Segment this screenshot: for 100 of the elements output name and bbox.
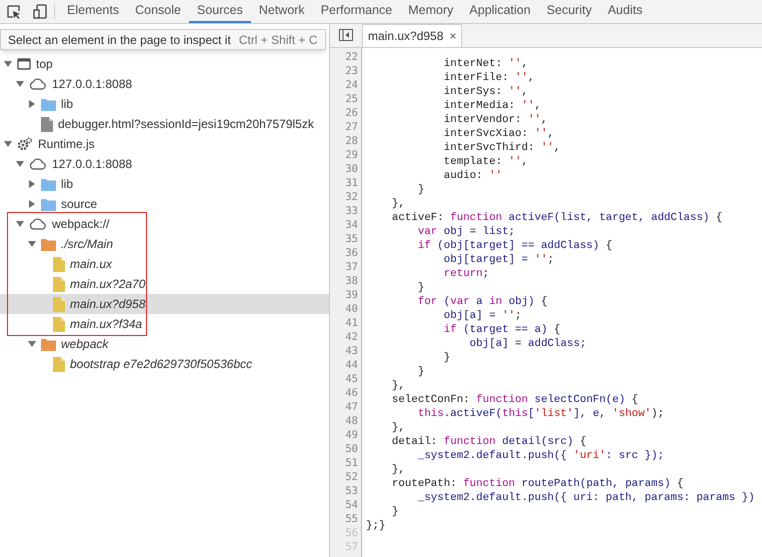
tree-item[interactable]: 127.0.0.1:8088	[0, 74, 329, 94]
cloud-icon	[29, 158, 47, 170]
cloud-icon	[29, 78, 47, 90]
tree-item[interactable]: main.ux?2a70	[0, 274, 329, 294]
line-number: 48	[344, 414, 359, 428]
tooltip-text: Select an element in the page to inspect it	[8, 32, 231, 48]
tree-item[interactable]: bootstrap e7e2d629730f50536bcc	[0, 354, 329, 374]
code-line: interSvcThird: '',	[442, 141, 560, 155]
panel-tab[interactable]: Network	[250, 0, 313, 23]
tree-item-label: 127.0.0.1:8088	[52, 76, 132, 93]
file-icon	[41, 116, 53, 132]
tree-item-label: webpack://	[52, 216, 110, 233]
line-number: 47	[344, 400, 359, 414]
tree-item[interactable]: Runtime.js	[0, 134, 329, 154]
tree-item[interactable]: top	[0, 54, 329, 74]
code-line: obj[target] = '';	[442, 253, 554, 267]
tree-item-label: lib	[61, 176, 74, 193]
file-icon	[53, 276, 65, 292]
tree-item[interactable]: webpack	[0, 334, 329, 354]
line-number: 35	[344, 232, 359, 246]
code-line: audio: ''	[442, 169, 502, 183]
code-line: routePath: function routePath(path, params) {	[390, 477, 684, 491]
code-line: detail: function detail(src) {	[390, 435, 586, 449]
code-line: interSvcXiao: '',	[442, 127, 554, 141]
tree-item-label: webpack	[61, 336, 108, 353]
line-number: 30	[344, 162, 359, 176]
code-line: selectConFn: function selectConFn(e) {	[390, 393, 638, 407]
expanded-arrow-icon[interactable]	[4, 140, 12, 148]
code-line: this.activeF(this['list'], e, 'show');	[416, 407, 664, 421]
panel-tab[interactable]: Sources	[188, 0, 251, 23]
tree-item-label: main.ux?2a70	[70, 276, 146, 293]
line-number: 32	[344, 190, 359, 204]
line-number: 23	[344, 64, 359, 78]
code-line: if (target == a) {	[442, 323, 560, 337]
line-number: 26	[344, 106, 359, 120]
tree-item[interactable]: main.ux	[0, 254, 329, 274]
tree-item[interactable]: 127.0.0.1:8088	[0, 154, 329, 174]
line-number: 40	[344, 302, 359, 316]
panel-tab[interactable]: Performance	[312, 0, 400, 23]
expanded-arrow-icon[interactable]	[28, 240, 36, 248]
code-line: interFile: '',	[442, 71, 534, 85]
code-line: }	[442, 351, 450, 365]
expanded-arrow-icon[interactable]	[16, 160, 24, 168]
tree-item[interactable]: webpack://	[0, 214, 329, 234]
inspect-icon[interactable]	[7, 4, 21, 18]
code-line: template: '',	[442, 155, 528, 169]
code-line: _system2.default.push({ uri: path, params: params })	[416, 491, 755, 505]
line-number: 31	[344, 176, 359, 190]
folder-icon	[41, 338, 56, 350]
tree-item-label: lib	[61, 96, 74, 113]
line-number: 45	[344, 372, 359, 386]
tree-item[interactable]: ./src/Main	[0, 234, 329, 254]
file-tab[interactable]: main.ux?d958 ×	[362, 24, 462, 47]
tree-item[interactable]: source	[0, 194, 329, 214]
code-line: },	[390, 463, 405, 477]
tree-item-label: 127.0.0.1:8088	[52, 156, 132, 173]
code-line: for (var a in obj) {	[416, 295, 548, 309]
file-icon	[53, 256, 65, 272]
file-tab-label: main.ux?d958	[368, 28, 444, 45]
tree-item-label: debugger.html?sessionId=jesi19cm20h7579l5zk	[58, 116, 314, 133]
panel-tab[interactable]: Audits	[600, 0, 650, 23]
panel-tab[interactable]: Console	[127, 0, 189, 23]
collapsed-arrow-icon[interactable]	[28, 180, 36, 188]
file-icon	[53, 356, 65, 372]
line-number: 39	[344, 288, 359, 302]
panel-tab[interactable]: Application	[461, 0, 539, 23]
code-line: },	[390, 379, 405, 393]
sidebar-toggle-icon[interactable]	[339, 29, 353, 41]
collapsed-arrow-icon[interactable]	[28, 200, 36, 208]
tree-item[interactable]: main.ux?f34a	[0, 314, 329, 334]
expanded-arrow-icon[interactable]	[16, 220, 24, 228]
expanded-arrow-icon[interactable]	[16, 80, 24, 88]
panel-tab[interactable]: Security	[538, 0, 600, 23]
close-button[interactable]: ×	[449, 27, 456, 45]
tree-item[interactable]: lib	[0, 94, 329, 114]
collapsed-arrow-icon[interactable]	[28, 100, 36, 108]
panel-tab[interactable]: Elements	[59, 0, 128, 23]
device-icon[interactable]	[33, 4, 47, 19]
tree-item[interactable]: lib	[0, 174, 329, 194]
code-line: interVendor: '',	[442, 113, 548, 127]
folder-icon	[41, 178, 56, 190]
folder-icon	[41, 98, 56, 110]
code-line: }	[416, 183, 424, 197]
file-icon	[53, 296, 65, 312]
panel-tab[interactable]: Memory	[400, 0, 462, 23]
line-number: 37	[344, 260, 359, 274]
line-number: 49	[344, 428, 359, 442]
tree-item-label: ./src/Main	[61, 236, 114, 253]
line-number: 24	[344, 78, 359, 92]
file-icon	[53, 316, 65, 332]
line-number: 33	[344, 204, 359, 218]
tree-item[interactable]: main.ux?d958	[0, 294, 329, 314]
line-number: 55	[344, 512, 359, 526]
code-line: },	[390, 421, 405, 435]
folder-icon	[41, 198, 56, 210]
window-icon	[17, 58, 31, 70]
tree-item[interactable]: debugger.html?sessionId=jesi19cm20h7579l5zk	[0, 114, 329, 134]
expanded-arrow-icon[interactable]	[4, 60, 12, 68]
line-number: 36	[344, 246, 359, 260]
expanded-arrow-icon[interactable]	[28, 340, 36, 348]
